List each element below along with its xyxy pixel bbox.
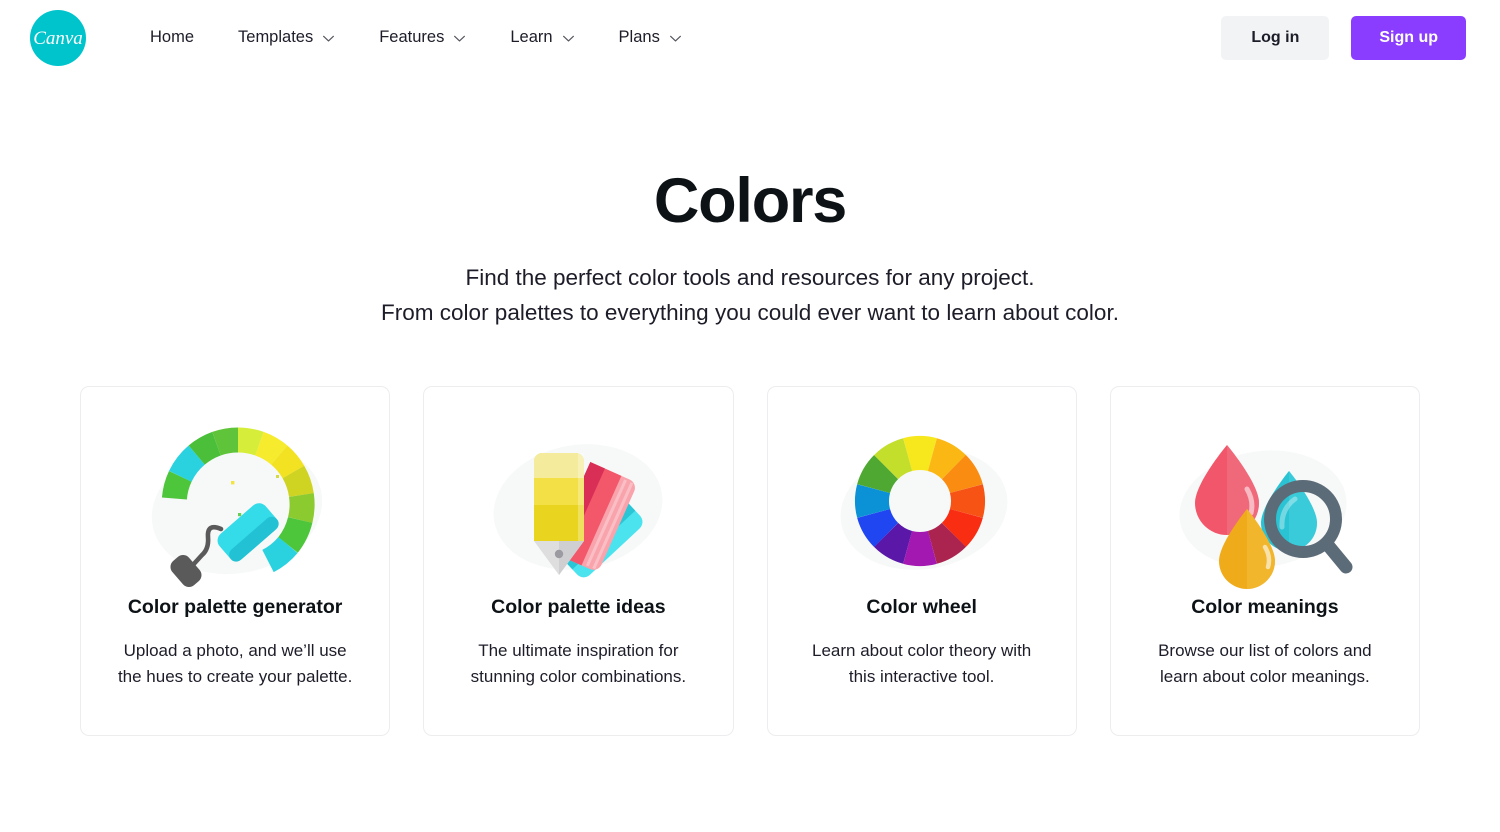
login-button[interactable]: Log in <box>1221 15 1330 60</box>
card-color-palette-ideas[interactable]: Color palette ideas The ultimate inspira… <box>423 385 734 736</box>
nav-item-plans[interactable]: Plans <box>597 20 704 55</box>
nav-item-label: Plans <box>618 28 660 46</box>
chevron-down-icon <box>562 32 575 45</box>
svg-text:Canva: Canva <box>33 28 83 49</box>
hero-subtitle-line-1: Find the perfect color tools and resourc… <box>465 265 1035 291</box>
paint-roller-color-arc-icon <box>125 409 345 594</box>
signup-button[interactable]: Sign up <box>1351 15 1466 60</box>
nav-item-label: Templates <box>238 28 314 46</box>
nav-item-label: Learn <box>510 28 553 46</box>
nav-item-label: Home <box>150 28 195 46</box>
color-swatch-fan-icon <box>468 409 688 594</box>
hero-subtitle: Find the perfect color tools and resourc… <box>0 261 1500 331</box>
canva-logo[interactable]: Canva <box>30 9 86 66</box>
card-description: The ultimate inspiration for stunning co… <box>470 640 687 687</box>
card-title: Color wheel <box>866 595 977 618</box>
card-color-palette-generator[interactable]: Color palette generator Upload a photo, … <box>80 385 391 736</box>
main-nav: Home Templates Features Learn Plans <box>128 20 704 55</box>
card-title: Color meanings <box>1191 595 1339 618</box>
site-header: Canva Home Templates Features Learn Plan… <box>0 0 1500 75</box>
card-description: Learn about color theory with this inter… <box>812 640 1032 687</box>
nav-item-home[interactable]: Home <box>128 20 216 55</box>
chevron-down-icon <box>453 32 466 45</box>
canva-logo-icon: Canva <box>33 28 83 49</box>
card-title: Color palette generator <box>127 595 343 618</box>
page-title: Colors <box>653 166 848 236</box>
hero-section: Colors Find the perfect color tools and … <box>0 75 1500 331</box>
nav-item-templates[interactable]: Templates <box>216 20 357 55</box>
card-description: Browse our list of colors and learn abou… <box>1158 640 1372 687</box>
nav-item-label: Features <box>379 28 445 46</box>
hero-subtitle-line-2: From color palettes to everything you co… <box>381 300 1119 326</box>
card-color-meanings[interactable]: Color meanings Browse our list of colors… <box>1109 385 1420 736</box>
color-drops-magnifier-icon <box>1155 409 1375 594</box>
header-actions: Log in Sign up <box>1221 15 1466 60</box>
color-wheel-icon <box>812 409 1032 594</box>
card-title: Color palette ideas <box>491 595 666 618</box>
card-description: Upload a photo, and we’ll use the hues t… <box>117 640 353 687</box>
nav-item-features[interactable]: Features <box>357 20 488 55</box>
color-tools-card-grid: Color palette generator Upload a photo, … <box>0 385 1500 736</box>
nav-item-learn[interactable]: Learn <box>488 20 596 55</box>
card-color-wheel[interactable]: Color wheel Learn about color theory wit… <box>766 385 1077 736</box>
chevron-down-icon <box>669 32 682 45</box>
chevron-down-icon <box>322 32 335 45</box>
